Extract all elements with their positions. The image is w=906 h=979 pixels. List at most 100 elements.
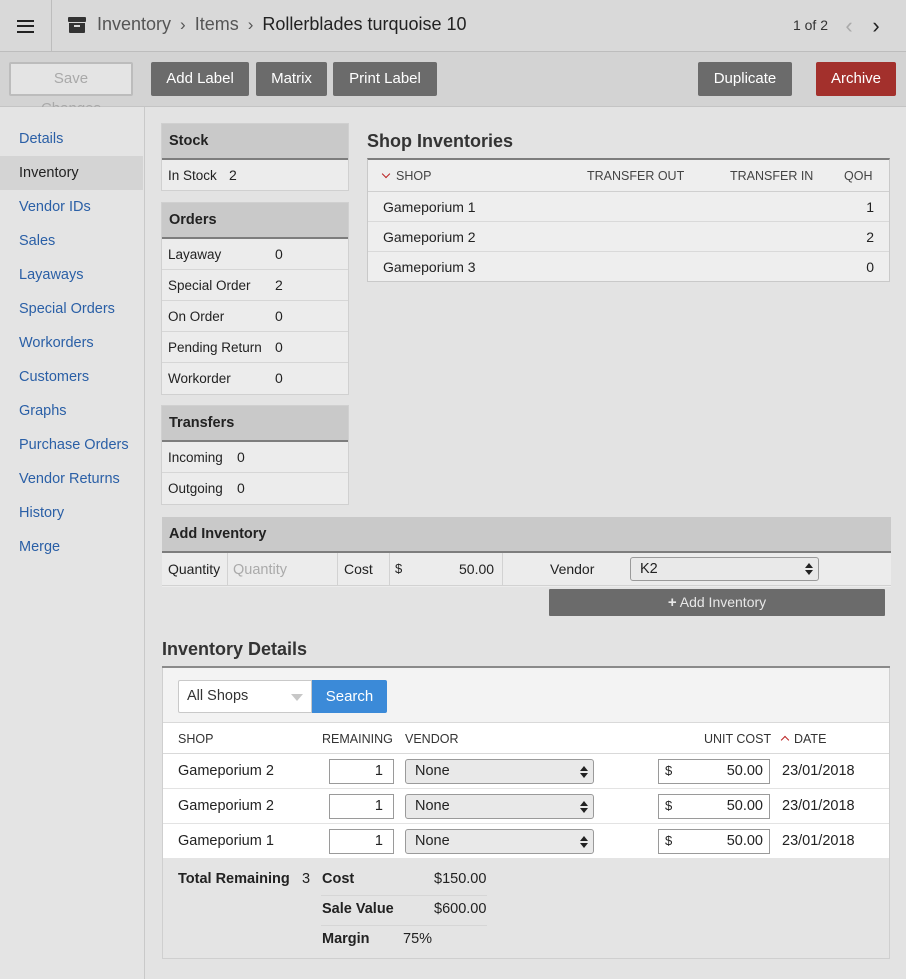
margin-value: 75% xyxy=(403,931,433,947)
vendor-select[interactable]: None xyxy=(405,759,594,784)
quantity-input[interactable]: Quantity xyxy=(233,562,287,578)
orders-panel-title: Orders xyxy=(162,203,348,239)
cost-input[interactable]: 50.00 xyxy=(459,561,494,577)
orders-row-label: Special Order xyxy=(168,278,251,293)
unit-cost-input[interactable]: $ 50.00 xyxy=(658,794,770,819)
sidebar-item-sales[interactable]: Sales xyxy=(0,224,143,258)
select-arrows-icon xyxy=(580,765,588,778)
page-title: Rollerblades turquoise 10 xyxy=(262,14,467,34)
date-column-header[interactable]: DATE xyxy=(780,732,826,746)
sidebar-item-purchase-orders[interactable]: Purchase Orders xyxy=(0,428,143,462)
transfers-row-value: 0 xyxy=(237,449,245,465)
unit-cost-input[interactable]: $ 50.00 xyxy=(658,829,770,854)
transfer-in-header[interactable]: TRANSFER IN xyxy=(730,169,813,183)
table-row: Gameporium 1 1 xyxy=(368,192,889,222)
sidebar-item-workorders[interactable]: Workorders xyxy=(0,326,143,360)
orders-row-label: Layaway xyxy=(168,247,222,262)
inventory-details-header: SHOP REMAINING VENDOR UNIT COST DATE xyxy=(163,723,889,754)
chevron-left-icon: ‹ xyxy=(845,13,853,38)
sidebar-item-layaways[interactable]: Layaways xyxy=(0,258,143,292)
select-arrows-icon xyxy=(805,563,813,575)
remaining-input[interactable]: 1 xyxy=(329,829,394,854)
qoh-header[interactable]: QOH xyxy=(844,169,872,183)
chevron-right-icon: › xyxy=(872,13,880,38)
plus-icon: + xyxy=(667,594,677,611)
breadcrumb-items-link[interactable]: Items xyxy=(195,14,239,35)
shop-filter-value: All Shops xyxy=(187,688,249,704)
sidebar-item-merge[interactable]: Merge xyxy=(0,530,143,564)
top-bar: Inventory › Items › Rollerblades turquoi… xyxy=(0,0,906,52)
vendor-select[interactable]: None xyxy=(405,794,594,819)
sidebar-item-vendor-ids[interactable]: Vendor IDs xyxy=(0,190,143,224)
transfers-row-incoming: Incoming 0 xyxy=(162,442,348,473)
orders-row-value: 0 xyxy=(275,339,283,355)
remaining-column-header[interactable]: REMAINING xyxy=(322,732,393,746)
table-row: Gameporium 3 0 xyxy=(368,252,889,282)
table-row: Gameporium 2 1 None $ 50.00 23/01/2018 xyxy=(163,754,889,789)
breadcrumb-inventory-link[interactable]: Inventory xyxy=(97,14,171,35)
add-inventory-button-label: Add Inventory xyxy=(679,594,767,610)
next-item-button[interactable]: › xyxy=(865,13,887,38)
sale-value-label: Sale Value xyxy=(322,901,394,917)
sidebar-item-history[interactable]: History xyxy=(0,496,143,530)
sort-desc-icon xyxy=(381,169,391,179)
total-remaining-label: Total Remaining xyxy=(178,871,290,887)
margin-label: Margin xyxy=(322,931,370,947)
sidebar-item-graphs[interactable]: Graphs xyxy=(0,394,143,428)
remaining-input[interactable]: 1 xyxy=(329,794,394,819)
in-stock-row: In Stock 2 xyxy=(162,160,348,191)
shop-name: Gameporium 1 xyxy=(383,199,476,215)
unit-cost-input[interactable]: $ 50.00 xyxy=(658,759,770,784)
sidebar-item-vendor-returns[interactable]: Vendor Returns xyxy=(0,462,143,496)
add-inventory-button[interactable]: + Add Inventory xyxy=(549,589,885,616)
hamburger-menu-button[interactable] xyxy=(0,0,52,52)
orders-row-layaway: Layaway 0 xyxy=(162,239,348,270)
duplicate-button[interactable]: Duplicate xyxy=(698,62,792,96)
vendor-column-header[interactable]: VENDOR xyxy=(405,732,458,746)
transfer-out-header[interactable]: TRANSFER OUT xyxy=(587,169,684,183)
matrix-button[interactable]: Matrix xyxy=(256,62,327,96)
table-row: Gameporium 2 2 xyxy=(368,222,889,252)
sidebar-item-inventory[interactable]: Inventory xyxy=(0,156,143,190)
sidebar-item-customers[interactable]: Customers xyxy=(0,360,143,394)
orders-row-value: 2 xyxy=(275,277,283,293)
sidebar-item-special-orders[interactable]: Special Orders xyxy=(0,292,143,326)
vendor-select-value: None xyxy=(415,798,450,814)
stock-panel: Stock In Stock 2 xyxy=(161,123,349,191)
print-label-button[interactable]: Print Label xyxy=(333,62,437,96)
shop-filter-dropdown[interactable]: All Shops xyxy=(178,680,312,713)
cost-label: Cost xyxy=(344,561,373,577)
vendor-select-value: None xyxy=(415,833,450,849)
shop-header-label: SHOP xyxy=(396,169,432,183)
shop-column-header[interactable]: SHOP xyxy=(178,732,213,746)
orders-row-label: Workorder xyxy=(168,371,231,386)
vendor-select[interactable]: K2 xyxy=(630,557,819,581)
unit-cost-value: 50.00 xyxy=(726,763,763,779)
archive-button[interactable]: Archive xyxy=(816,62,896,96)
select-arrows-icon xyxy=(580,835,588,848)
qoh-value: 0 xyxy=(866,259,874,275)
save-changes-button[interactable]: Save Changes xyxy=(9,62,133,117)
orders-row-workorder: Workorder 0 xyxy=(162,363,348,394)
remaining-input[interactable]: 1 xyxy=(329,759,394,784)
unit-cost-value: 50.00 xyxy=(726,833,763,849)
shop-inventories-title: Shop Inventories xyxy=(367,131,514,151)
sidebar-item-details[interactable]: Details xyxy=(0,122,143,156)
date-value: 23/01/2018 xyxy=(782,763,855,779)
table-row: Gameporium 1 1 None $ 50.00 23/01/2018 xyxy=(163,824,889,859)
add-label-button[interactable]: Add Label xyxy=(151,62,249,96)
vendor-select[interactable]: None xyxy=(405,829,594,854)
vendor-select-value: K2 xyxy=(640,561,658,577)
orders-row-special-order: Special Order 2 xyxy=(162,270,348,301)
in-stock-label: In Stock xyxy=(168,168,217,183)
shop-name: Gameporium 2 xyxy=(383,229,476,245)
shop-inventories-table: SHOP TRANSFER OUT TRANSFER IN QOH Gamepo… xyxy=(367,158,890,282)
select-arrows-icon xyxy=(580,800,588,813)
total-remaining-value: 3 xyxy=(302,871,311,887)
search-button[interactable]: Search xyxy=(312,680,387,713)
sort-shop-header[interactable]: SHOP xyxy=(381,169,432,183)
unit-cost-column-header[interactable]: UNIT COST xyxy=(704,732,771,746)
unit-cost-value: 50.00 xyxy=(726,798,763,814)
previous-item-button[interactable]: ‹ xyxy=(838,13,860,38)
pager-count: 1 of 2 xyxy=(792,17,828,33)
